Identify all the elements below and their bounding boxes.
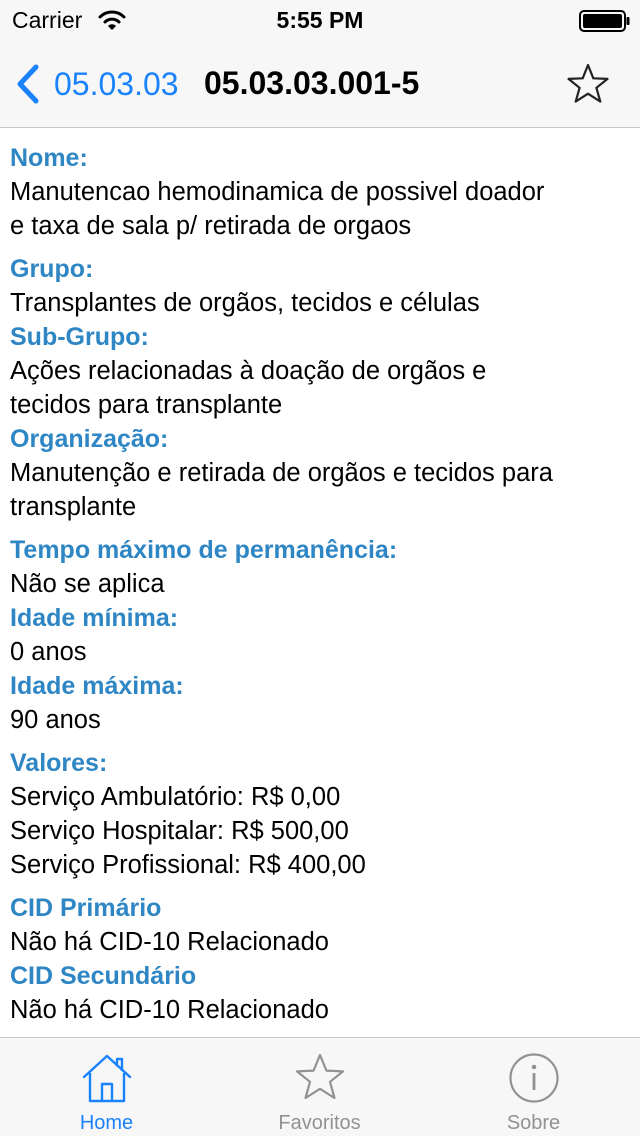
valor-hospitalar: Serviço Hospitalar: R$ 500,00 [10, 817, 349, 845]
idade-minima-label: Idade mínima: [10, 604, 179, 632]
battery-icon [579, 10, 630, 32]
grupo-value-line: Transplantes de orgãos, tecidos e célula… [10, 289, 480, 317]
info-icon [508, 1053, 559, 1103]
nome-value-line: Manutencao hemodinamica de possivel doad… [10, 178, 545, 206]
clock-label: 5:55 PM [276, 7, 364, 33]
idade-maxima-label: Idade máxima: [10, 672, 184, 700]
idade-minima-value: 0 anos [10, 638, 87, 666]
home-icon [82, 1054, 131, 1103]
subgrupo-value-line: Ações relacionadas à doação de orgãos e [10, 357, 487, 385]
section-grupo: Grupo: Transplantes de orgãos, tecidos e… [10, 252, 630, 320]
section-valores: Valores: Serviço Ambulatório: R$ 0,00 Se… [10, 746, 630, 882]
valor-profissional: Serviço Profissional: R$ 400,00 [10, 851, 366, 879]
cid-primario-label: CID Primário [10, 894, 162, 922]
valores-label: Valores: [10, 749, 108, 777]
tab-sobre-label: Sobre [506, 1112, 561, 1134]
tab-home[interactable]: Home [0, 1038, 213, 1136]
grupo-label: Grupo: [10, 255, 94, 283]
tab-sobre[interactable]: Sobre [427, 1038, 640, 1136]
cid-secundario-value: Não há CID-10 Relacionado [10, 996, 329, 1024]
star-outline-icon [567, 63, 609, 103]
back-button-label: 05.03.03 [54, 65, 179, 102]
section-tempo-maximo: Tempo máximo de permanência: Não se apli… [10, 533, 630, 601]
status-bar: Carrier 5:55 PM [0, 0, 640, 40]
tab-home-label: Home [79, 1112, 134, 1134]
valor-ambulatorio: Serviço Ambulatório: R$ 0,00 [10, 783, 341, 811]
cid-secundario-label: CID Secundário [10, 962, 197, 990]
section-cid-primario: CID Primário Não há CID-10 Relacionado [10, 891, 630, 959]
back-button[interactable]: 05.03.03 [14, 60, 179, 108]
organizacao-value-line: transplante [10, 493, 137, 521]
tab-favoritos[interactable]: Favoritos [213, 1038, 426, 1136]
section-subgrupo: Sub-Grupo: Ações relacionadas à doação d… [10, 320, 630, 422]
navigation-bar: 05.03.03 05.03.03.001-5 [0, 40, 640, 128]
idade-maxima-value: 90 anos [10, 706, 101, 734]
section-nome: Nome: Manutencao hemodinamica de possive… [10, 141, 630, 243]
cid-primario-value: Não há CID-10 Relacionado [10, 928, 329, 956]
tab-bar: Home Favoritos Sobre [0, 1037, 640, 1136]
subgrupo-label: Sub-Grupo: [10, 323, 149, 351]
screen: Carrier 5:55 PM 05.03.03 05.03.03.001-5 [0, 0, 640, 1136]
page-title: 05.03.03.001-5 [204, 65, 420, 101]
organizacao-value-line: Manutenção e retirada de orgãos e tecido… [10, 459, 553, 487]
tempo-maximo-value: Não se aplica [10, 570, 165, 598]
nome-label: Nome: [10, 144, 88, 172]
favorite-button[interactable] [566, 62, 610, 106]
section-idade-minima: Idade mínima: 0 anos [10, 601, 630, 669]
section-cid-secundario: CID Secundário Não há CID-10 Relacionado [10, 959, 630, 1027]
star-icon [295, 1053, 344, 1100]
section-organizacao: Organização: Manutenção e retirada de or… [10, 422, 630, 524]
procedure-details[interactable]: Nome: Manutencao hemodinamica de possive… [0, 129, 640, 1037]
tab-favoritos-label: Favoritos [278, 1112, 361, 1134]
nome-value-line: e taxa de sala p/ retirada de orgaos [10, 212, 412, 240]
chevron-left-icon [17, 64, 39, 104]
tempo-maximo-label: Tempo máximo de permanência: [10, 536, 398, 564]
section-idade-maxima: Idade máxima: 90 anos [10, 669, 630, 737]
subgrupo-value-line: tecidos para transplante [10, 391, 283, 419]
organizacao-label: Organização: [10, 425, 169, 453]
